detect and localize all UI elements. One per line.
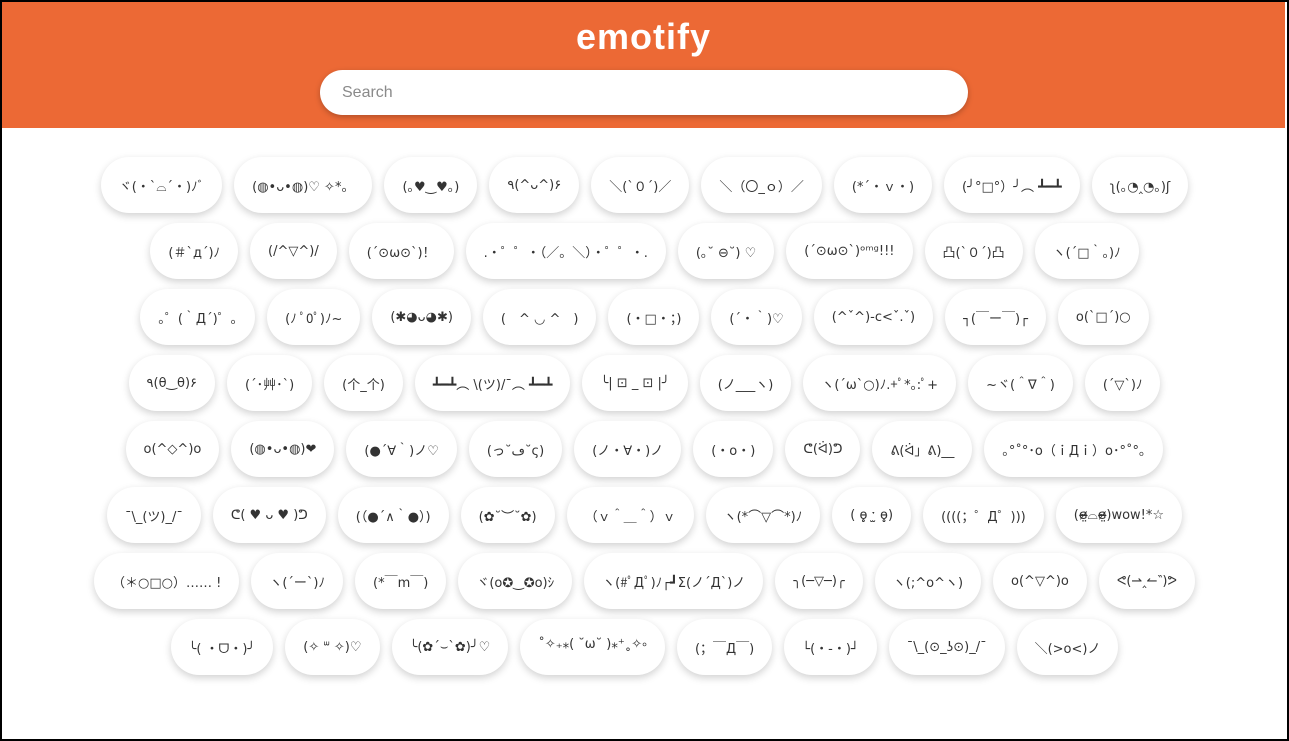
emoticon-chip[interactable]: ヽ(´ω`○)ﾉ.+ﾟ*｡:ﾟ+: [803, 355, 957, 411]
emoticon-chip[interactable]: （ｖ＾＿＾）ｖ: [566, 487, 694, 543]
emoticon-chip[interactable]: (*￣m￣): [355, 553, 447, 609]
emoticon-chip[interactable]: ヾ(o✪‿✪o)ｼ: [458, 553, 573, 609]
emoticon-chip[interactable]: (＃`д´)ﾉ: [150, 223, 239, 279]
emoticon-chip[interactable]: ᕦ( ♥ ᴗ ♥ )ᕤ: [212, 487, 326, 543]
emoticon-chip[interactable]: (*´・ｖ・): [833, 157, 933, 213]
emoticon-chip[interactable]: ヽ(;^o^ヽ): [874, 553, 982, 609]
emoticon-chip[interactable]: ╰| ⊡ _ ⊡ |╯: [582, 355, 688, 411]
emoticon-chip[interactable]: (´⊙ω⊙`)！: [348, 223, 454, 279]
emoticon-chip[interactable]: (^ˇ^)-c<ˇ.ˇ): [813, 289, 934, 345]
emoticon-chip[interactable]: 凸(`０´)凸: [924, 223, 1023, 279]
emoticon-chip[interactable]: ¯\_(ツ)_/¯: [106, 487, 201, 543]
app-title: emotify: [575, 16, 712, 57]
emoticon-chip[interactable]: ˚✧₊⁎( ˘ω˘ )⁎⁺˳✧༚: [520, 619, 665, 675]
emoticon-chip[interactable]: （＊○□○）…… !: [94, 553, 240, 609]
emoticon-chip[interactable]: (✧ ᐜ ✧)♡: [285, 619, 380, 675]
emoticon-chip[interactable]: (・o・): [693, 421, 774, 477]
emoticon-row: ¯\_(ツ)_/¯ ᕦ( ♥ ᴗ ♥ )ᕤ (（●´∧｀●）) (✿˘︶˘✿) （ｖ＾＿…: [0, 487, 1289, 543]
emoticon-chip[interactable]: ｡゜(｀Д´)゜｡: [140, 289, 256, 345]
emoticon-row: （＊○□○）…… ! ヽ(´ー`)ﾉ (*￣m￣) ヾ(o✪‿✪o)ｼ ヽ(#ﾟДﾟ)ﾉ…: [0, 553, 1289, 609]
emoticon-chip[interactable]: ╰(✿´⌣`✿)╯♡: [391, 619, 509, 675]
emoticon-chip[interactable]: ( ɵ̥̥ ˑ̫ ɵ̥̥): [832, 487, 912, 543]
emoticon-chip[interactable]: ＼(>o<)ノ: [1016, 619, 1119, 675]
emoticon-chip[interactable]: (´⊙ω⊙`)ᵒᵐᵍ!!!: [786, 223, 913, 279]
emoticon-chip[interactable]: (╯°□°）╯︵ ┻━┻: [944, 157, 1080, 213]
emoticon-chip[interactable]: └(・-・)┘: [784, 619, 877, 675]
emoticon-chip[interactable]: .・゜゜・（／。＼）・゜゜・.: [465, 223, 666, 279]
emoticon-chip[interactable]: ┐(￣ー￣)┌: [945, 289, 1046, 345]
emoticon-chip[interactable]: o(^◇^)o: [125, 421, 220, 477]
emoticon-chip[interactable]: ヽ(´□｀。)ﾉ: [1034, 223, 1139, 279]
emoticon-chip[interactable]: ヽ(#ﾟДﾟ)ﾉ┌┛Σ(ノ´Д`)ノ: [584, 553, 764, 609]
emoticon-row: ヾ(・`⌓´・)ﾉﾞ (◍•ᴗ•◍)♡ ✧*。 (｡♥‿♥｡) ٩(^ᴗ^)۶ ＼(`０…: [0, 157, 1289, 213]
emoticon-chip[interactable]: (｡♥‿♥｡): [384, 157, 478, 213]
emoticon-chip[interactable]: ʅ(｡◔‸◔｡)ʃ: [1091, 157, 1189, 213]
emoticon-chip[interactable]: ┻━┻︵ \(ツ)/¯︵ ┻━┻: [414, 355, 571, 411]
emoticon-chip[interactable]: ╰( ・ᗜ・)╯: [170, 619, 274, 675]
emoticon-chip[interactable]: ( ^ ◡ ^ ): [482, 289, 597, 345]
emoticon-chip[interactable]: ＼(`０´)／: [591, 157, 690, 213]
emoticon-chip[interactable]: ~ヾ(＾∇＾): [968, 355, 1073, 411]
emoticon-chip[interactable]: ヾ(・`⌓´・)ﾉﾞ: [100, 157, 223, 213]
emoticon-chip[interactable]: (✱◕ᴗ◕✱): [372, 289, 471, 345]
emoticon-chip[interactable]: (っ˘ڡ˘ς): [468, 421, 563, 477]
emoticon-chip[interactable]: ᕦ(ᐛ)ᕤ: [785, 421, 861, 477]
emoticon-chip[interactable]: (´・｀)♡: [711, 289, 802, 345]
emoticon-chip[interactable]: ((((；゜Д゜))): [923, 487, 1044, 543]
emoticon-chip[interactable]: (ɞ̴̶̷̤⌓ɞ̴̶̷̤)wow!*☆: [1055, 487, 1183, 543]
emoticon-chip[interactable]: (个_个): [324, 355, 403, 411]
emoticon-chip[interactable]: (・□・；): [608, 289, 700, 345]
emoticon-chip[interactable]: (´▽`)ﾉ: [1084, 355, 1161, 411]
emoticon-row: ｡゜(｀Д´)゜｡ (ﾉ ﾟ0ﾟ)ﾉ~ (✱◕ᴗ◕✱)( ^ ◡ ^ ) (・□・；)…: [0, 289, 1289, 345]
emoticon-chip[interactable]: (✿˘︶˘✿): [460, 487, 555, 543]
emoticon-row: o(^◇^)o (◍•ᴗ•◍)❤ (●´∀｀)ノ♡ (っ˘ڡ˘ς) (ノ・∀・)ノ (・o…: [0, 421, 1289, 477]
emoticon-chip[interactable]: ＼（〇_ｏ）／: [701, 157, 822, 213]
emoticon-row: (＃`д´)ﾉ (/^▽^)/(´⊙ω⊙`)！ .・゜゜・（／。＼）・゜゜・. (｡˘…: [0, 223, 1289, 279]
emoticon-chip[interactable]: ٩(^ᴗ^)۶: [489, 157, 580, 213]
emoticon-chip[interactable]: ᕙ(⇀‸↼‶)ᕗ: [1098, 553, 1195, 609]
emoticon-chip[interactable]: (ノ・∀・)ノ: [574, 421, 682, 477]
emoticon-chip[interactable]: (ﾉ ﾟ0ﾟ)ﾉ~: [267, 289, 361, 345]
search-input[interactable]: [320, 70, 968, 115]
emoticon-chip[interactable]: ╮(─▽─)╭: [775, 553, 863, 609]
emoticon-chip[interactable]: (◍•ᴗ•◍)❤: [231, 421, 335, 477]
emoticon-chip[interactable]: ٩(θ‿θ)۶: [128, 355, 215, 411]
emoticon-chip[interactable]: (；￣Д￣): [676, 619, 773, 675]
emoticon-chip[interactable]: (｡˘ ⊖˘) ♡: [677, 223, 775, 279]
emoticon-chip[interactable]: ヽ(´ー`)ﾉ: [251, 553, 344, 609]
emoticon-chip[interactable]: o(`□´)○: [1057, 289, 1149, 345]
emoticon-chip[interactable]: ᕕ(ᐛ」ᕕ)__: [872, 421, 973, 477]
emoticon-chip[interactable]: ｡°˚°･o（ｉДｉ）o･°˚°｡: [984, 421, 1164, 477]
emoticon-chip[interactable]: o(^▽^)o: [993, 553, 1087, 609]
emoticon-row: ٩(θ‿θ)۶ (´･艸･`) (个_个) ┻━┻︵ \(ツ)/¯︵ ┻━┻ ╰| ⊡ …: [0, 355, 1289, 411]
emoticon-chip[interactable]: (/^▽^)/: [250, 223, 337, 279]
emoticon-chip[interactable]: ¯\_(⊙_ʖ⊙)_/¯: [888, 619, 1005, 675]
emoticon-grid: ヾ(・`⌓´・)ﾉﾞ (◍•ᴗ•◍)♡ ✧*。 (｡♥‿♥｡) ٩(^ᴗ^)۶ ＼(`０…: [0, 157, 1289, 685]
emoticon-chip[interactable]: ヽ(*⌒▽⌒*)ﾉ: [705, 487, 821, 543]
emoticon-row: ╰( ・ᗜ・)╯ (✧ ᐜ ✧)♡ ╰(✿´⌣`✿)╯♡ ˚✧₊⁎( ˘ω˘ )⁎⁺˳…: [0, 619, 1289, 675]
emoticon-chip[interactable]: (◍•ᴗ•◍)♡ ✧*。: [234, 157, 373, 213]
emoticon-chip[interactable]: (ノ___ヽ): [699, 355, 792, 411]
emoticon-chip[interactable]: (（●´∧｀●）): [337, 487, 449, 543]
emoticon-chip[interactable]: (´･艸･`): [227, 355, 313, 411]
emoticon-chip[interactable]: (●´∀｀)ノ♡: [346, 421, 457, 477]
